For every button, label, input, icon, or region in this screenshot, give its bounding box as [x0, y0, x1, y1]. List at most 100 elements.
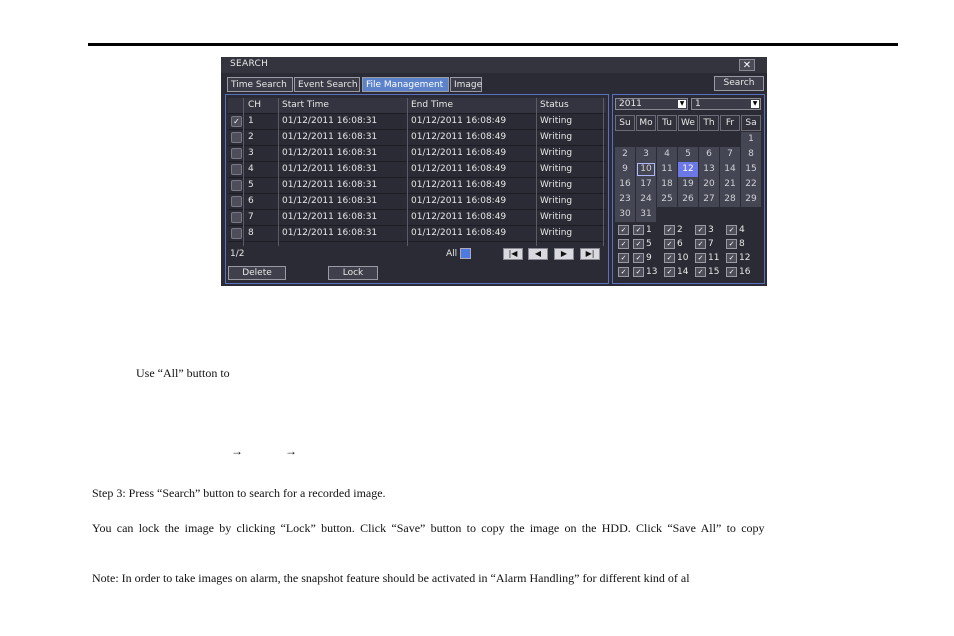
calendar-day[interactable]: 10 [636, 162, 656, 177]
calendar-day[interactable] [678, 132, 698, 147]
row-checkbox[interactable]: ✓ [231, 116, 242, 127]
calendar-day[interactable]: 31 [636, 207, 656, 222]
channel-checkbox[interactable]: ✓ [726, 267, 737, 277]
table-row[interactable]: ✓ 1 01/12/2011 16:08:31 01/12/2011 16:08:49… [228, 114, 606, 130]
channel-checkbox[interactable]: ✓ [664, 239, 675, 249]
row-checkbox[interactable] [231, 148, 242, 159]
table-row[interactable]: 6 01/12/2011 16:08:31 01/12/2011 16:08:49 W… [228, 194, 606, 210]
channel-checkbox[interactable]: ✓ [664, 253, 675, 263]
channel-checkbox[interactable]: ✓ [695, 239, 706, 249]
calendar-day[interactable] [720, 132, 740, 147]
calendar-day[interactable]: 14 [720, 162, 740, 177]
calendar-day[interactable] [657, 207, 677, 222]
calendar-day[interactable]: 28 [720, 192, 740, 207]
prev-page-icon[interactable]: ◀ [528, 248, 548, 260]
channel-label: 2 [677, 225, 683, 235]
calendar-day[interactable]: 29 [741, 192, 761, 207]
doc-step3: Step 3: Press “Search” button to search … [92, 486, 386, 500]
search-button[interactable]: Search [714, 76, 764, 91]
calendar-day[interactable]: 5 [678, 147, 698, 162]
channel-checkbox[interactable]: ✓ [695, 267, 706, 277]
table-row[interactable]: 4 01/12/2011 16:08:31 01/12/2011 16:08:49 W… [228, 162, 606, 178]
calendar-day[interactable]: 9 [615, 162, 635, 177]
channel-checkbox[interactable]: ✓ [633, 253, 644, 263]
channel-checkbox[interactable]: ✓ [695, 225, 706, 235]
row-checkbox[interactable] [231, 132, 242, 143]
calendar-day[interactable]: 3 [636, 147, 656, 162]
tab-time-search[interactable]: Time Search [227, 77, 293, 92]
calendar-day[interactable]: 30 [615, 207, 635, 222]
calendar-day[interactable] [636, 132, 656, 147]
calendar-day[interactable]: 6 [699, 147, 719, 162]
calendar-day[interactable]: 2 [615, 147, 635, 162]
calendar-day[interactable] [741, 207, 761, 222]
calendar-day[interactable]: 17 [636, 177, 656, 192]
table-row[interactable]: 3 01/12/2011 16:08:31 01/12/2011 16:08:49 W… [228, 146, 606, 162]
channel-checkbox[interactable]: ✓ [633, 267, 644, 277]
channel-checkbox[interactable]: ✓ [726, 225, 737, 235]
calendar-day[interactable]: 19 [678, 177, 698, 192]
channel-group-checkbox[interactable]: ✓ [618, 267, 629, 277]
all-label: All [446, 249, 458, 259]
channel-checkbox[interactable]: ✓ [726, 253, 737, 263]
calendar-day[interactable]: 22 [741, 177, 761, 192]
channel-checkbox[interactable]: ✓ [633, 225, 644, 235]
calendar-day[interactable]: 7 [720, 147, 740, 162]
calendar-day[interactable]: 16 [615, 177, 635, 192]
table-row[interactable]: 5 01/12/2011 16:08:31 01/12/2011 16:08:49 W… [228, 178, 606, 194]
calendar-day[interactable]: 27 [699, 192, 719, 207]
row-checkbox[interactable] [231, 228, 242, 239]
next-page-icon[interactable]: ▶ [554, 248, 574, 260]
calendar-day[interactable] [657, 132, 677, 147]
calendar-day[interactable]: 18 [657, 177, 677, 192]
calendar-day[interactable] [699, 207, 719, 222]
delete-button[interactable]: Delete [228, 266, 286, 280]
calendar-day[interactable] [699, 132, 719, 147]
calendar-day[interactable]: 13 [699, 162, 719, 177]
table-row[interactable]: 8 01/12/2011 16:08:31 01/12/2011 16:08:49 W… [228, 226, 606, 242]
calendar-day[interactable]: 20 [699, 177, 719, 192]
calendar-day[interactable]: 21 [720, 177, 740, 192]
channel-checkbox[interactable]: ✓ [664, 225, 675, 235]
channel-checkbox[interactable]: ✓ [695, 253, 706, 263]
tab-image[interactable]: Image [450, 77, 482, 92]
select-all-checkbox[interactable] [460, 248, 471, 259]
tab-file-management[interactable]: File Management [362, 77, 449, 92]
calendar-day[interactable]: 24 [636, 192, 656, 207]
tab-event-search[interactable]: Event Search [294, 77, 360, 92]
month-select[interactable]: 1 ▼ [691, 98, 761, 110]
row-checkbox[interactable] [231, 196, 242, 207]
calendar-day[interactable] [615, 132, 635, 147]
table-row[interactable]: 2 01/12/2011 16:08:31 01/12/2011 16:08:49 W… [228, 130, 606, 146]
lock-button[interactable]: Lock [328, 266, 378, 280]
channel-group-checkbox[interactable]: ✓ [618, 239, 629, 249]
calendar-day[interactable]: 15 [741, 162, 761, 177]
channel-group-checkbox[interactable]: ✓ [618, 253, 629, 263]
cell-status: Writing [540, 196, 573, 206]
col-start-time: Start Time [282, 100, 329, 110]
calendar-day[interactable]: 12 [678, 162, 698, 177]
row-checkbox[interactable] [231, 180, 242, 191]
calendar-day[interactable]: 11 [657, 162, 677, 177]
calendar-day[interactable]: 25 [657, 192, 677, 207]
row-checkbox[interactable] [231, 212, 242, 223]
row-checkbox[interactable] [231, 164, 242, 175]
table-row[interactable]: 7 01/12/2011 16:08:31 01/12/2011 16:08:49 W… [228, 210, 606, 226]
calendar-day[interactable]: 1 [741, 132, 761, 147]
channel-label: 9 [646, 253, 652, 263]
channel-checkbox[interactable]: ✓ [726, 239, 737, 249]
close-button[interactable]: ✕ [739, 59, 755, 71]
channel-checkbox[interactable]: ✓ [664, 267, 675, 277]
calendar-day[interactable]: 23 [615, 192, 635, 207]
calendar-day[interactable]: 26 [678, 192, 698, 207]
calendar-day[interactable] [678, 207, 698, 222]
channel-group-checkbox[interactable]: ✓ [618, 225, 629, 235]
calendar-day[interactable]: 4 [657, 147, 677, 162]
calendar-day[interactable]: 8 [741, 147, 761, 162]
calendar-day[interactable] [720, 207, 740, 222]
last-page-icon[interactable]: ▶| [580, 248, 600, 260]
year-select[interactable]: 2011 ▼ [615, 98, 688, 110]
channel-label: 3 [708, 225, 714, 235]
channel-checkbox[interactable]: ✓ [633, 239, 644, 249]
first-page-icon[interactable]: |◀ [503, 248, 523, 260]
